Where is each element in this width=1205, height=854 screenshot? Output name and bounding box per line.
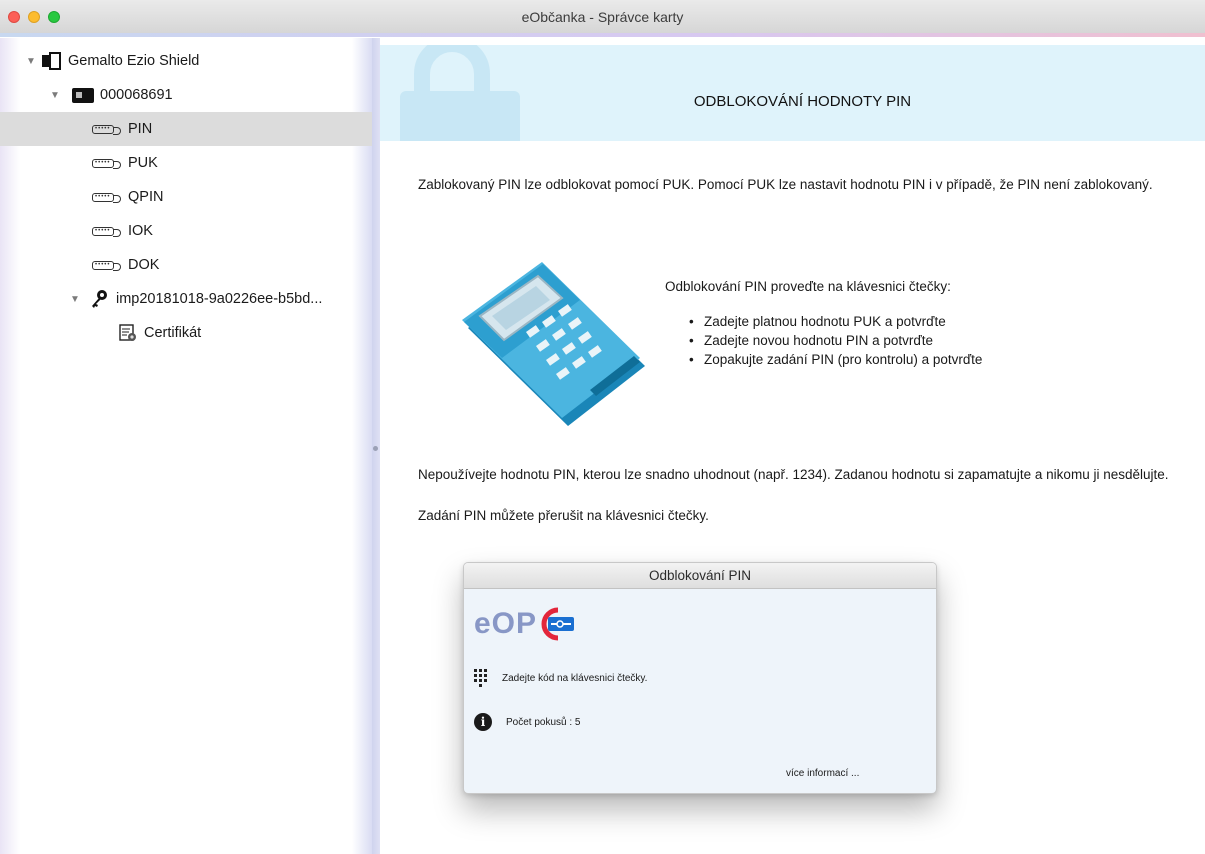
card-reader-icon bbox=[42, 52, 62, 70]
card-tree: ▼ Gemalto Ezio Shield ▼ 000068691 ••••• … bbox=[0, 44, 372, 350]
tree-item-label: IOK bbox=[128, 223, 153, 239]
eop-logo-text: eOP bbox=[474, 607, 538, 640]
pin-pad-reader-illustration bbox=[462, 262, 645, 426]
pin-keypad-icon: ••••• bbox=[92, 157, 122, 170]
title-accent-stripe bbox=[0, 33, 1205, 37]
intro-text: Zablokovaný PIN lze odblokovat pomocí PU… bbox=[418, 177, 1153, 192]
card-label: 000068691 bbox=[100, 87, 173, 103]
instruction-step: Zopakujte zadání PIN (pro kontrolu) a po… bbox=[683, 350, 982, 369]
title-bar: eObčanka - Správce karty bbox=[0, 0, 1205, 37]
certificate-icon bbox=[119, 324, 136, 341]
more-info-link[interactable]: více informací ... bbox=[786, 768, 859, 779]
cancel-note-text: Zadání PIN můžete přerušit na klávesnici… bbox=[418, 508, 709, 523]
disclosure-triangle-icon[interactable]: ▼ bbox=[48, 90, 62, 101]
key-user-icon bbox=[92, 290, 107, 308]
tree-item-dok[interactable]: ••••• DOK bbox=[18, 248, 372, 282]
instructions-title: Odblokování PIN proveďte na klávesnici č… bbox=[665, 279, 951, 294]
tree-item-qpin[interactable]: ••••• QPIN bbox=[18, 180, 372, 214]
attempts-text: Počet pokusů : 5 bbox=[506, 716, 581, 728]
detail-pane: ODBLOKOVÁNÍ HODNOTY PIN Zablokovaný PIN … bbox=[380, 38, 1205, 854]
tree-node-key[interactable]: ▼ imp20181018-9a0226ee-b5bd... bbox=[18, 282, 372, 316]
pin-keypad-icon: ••••• bbox=[92, 191, 122, 204]
instruction-step: Zadejte novou hodnotu PIN a potvrďte bbox=[683, 331, 982, 350]
smart-card-icon bbox=[72, 87, 94, 103]
page-title: ODBLOKOVÁNÍ HODNOTY PIN bbox=[693, 93, 912, 110]
keypad-icon bbox=[474, 669, 488, 687]
tree-item-label: PUK bbox=[128, 155, 158, 171]
disclosure-triangle-icon[interactable]: ▼ bbox=[24, 56, 38, 67]
instruction-step: Zadejte platnou hodnotu PUK a potvrďte bbox=[683, 312, 982, 331]
certificate-label: Certifikát bbox=[144, 325, 202, 341]
divider-grip[interactable] bbox=[373, 446, 378, 451]
reader-label: Gemalto Ezio Shield bbox=[68, 53, 200, 69]
pin-keypad-icon: ••••• bbox=[92, 123, 122, 136]
tree-node-card[interactable]: ▼ 000068691 bbox=[18, 78, 372, 112]
tree-item-iok[interactable]: ••••• IOK bbox=[18, 214, 372, 248]
tree-node-reader[interactable]: ▼ Gemalto Ezio Shield bbox=[18, 44, 372, 78]
tree-item-label: QPIN bbox=[128, 189, 164, 205]
tree-item-puk[interactable]: ••••• PUK bbox=[18, 146, 372, 180]
window-title: eObčanka - Správce karty bbox=[521, 9, 684, 25]
dialog-title: Odblokování PIN bbox=[464, 563, 936, 589]
split-view-divider[interactable] bbox=[372, 38, 380, 854]
tree-item-certificate[interactable]: Certifikát bbox=[18, 316, 372, 350]
keypad-prompt-row: Zadejte kód na klávesnici čtečky. bbox=[474, 669, 647, 687]
warning-text: Nepoužívejte hodnotu PIN, kterou lze sna… bbox=[418, 467, 1169, 482]
instruction-steps: Zadejte platnou hodnotu PUK a potvrďte Z… bbox=[683, 312, 982, 369]
info-icon: i bbox=[474, 713, 492, 731]
key-label: imp20181018-9a0226ee-b5bd... bbox=[116, 291, 323, 307]
pin-keypad-icon: ••••• bbox=[92, 259, 122, 272]
unblock-pin-dialog: Odblokování PIN eOP Zadejte kód na kláve… bbox=[463, 562, 937, 794]
header-banner: ODBLOKOVÁNÍ HODNOTY PIN bbox=[380, 45, 1205, 141]
eop-logo-mark-icon bbox=[541, 607, 575, 641]
tree-item-label: PIN bbox=[128, 121, 153, 137]
keypad-prompt-text: Zadejte kód na klávesnici čtečky. bbox=[502, 672, 648, 684]
sidebar: ▼ Gemalto Ezio Shield ▼ 000068691 ••••• … bbox=[0, 38, 372, 854]
eop-logo: eOP bbox=[474, 607, 578, 641]
pin-keypad-icon: ••••• bbox=[92, 225, 122, 238]
tree-item-pin[interactable]: ••••• PIN bbox=[0, 112, 372, 146]
attempts-row: i Počet pokusů : 5 bbox=[474, 713, 581, 731]
tree-item-label: DOK bbox=[128, 257, 160, 273]
disclosure-triangle-icon[interactable]: ▼ bbox=[68, 294, 82, 305]
